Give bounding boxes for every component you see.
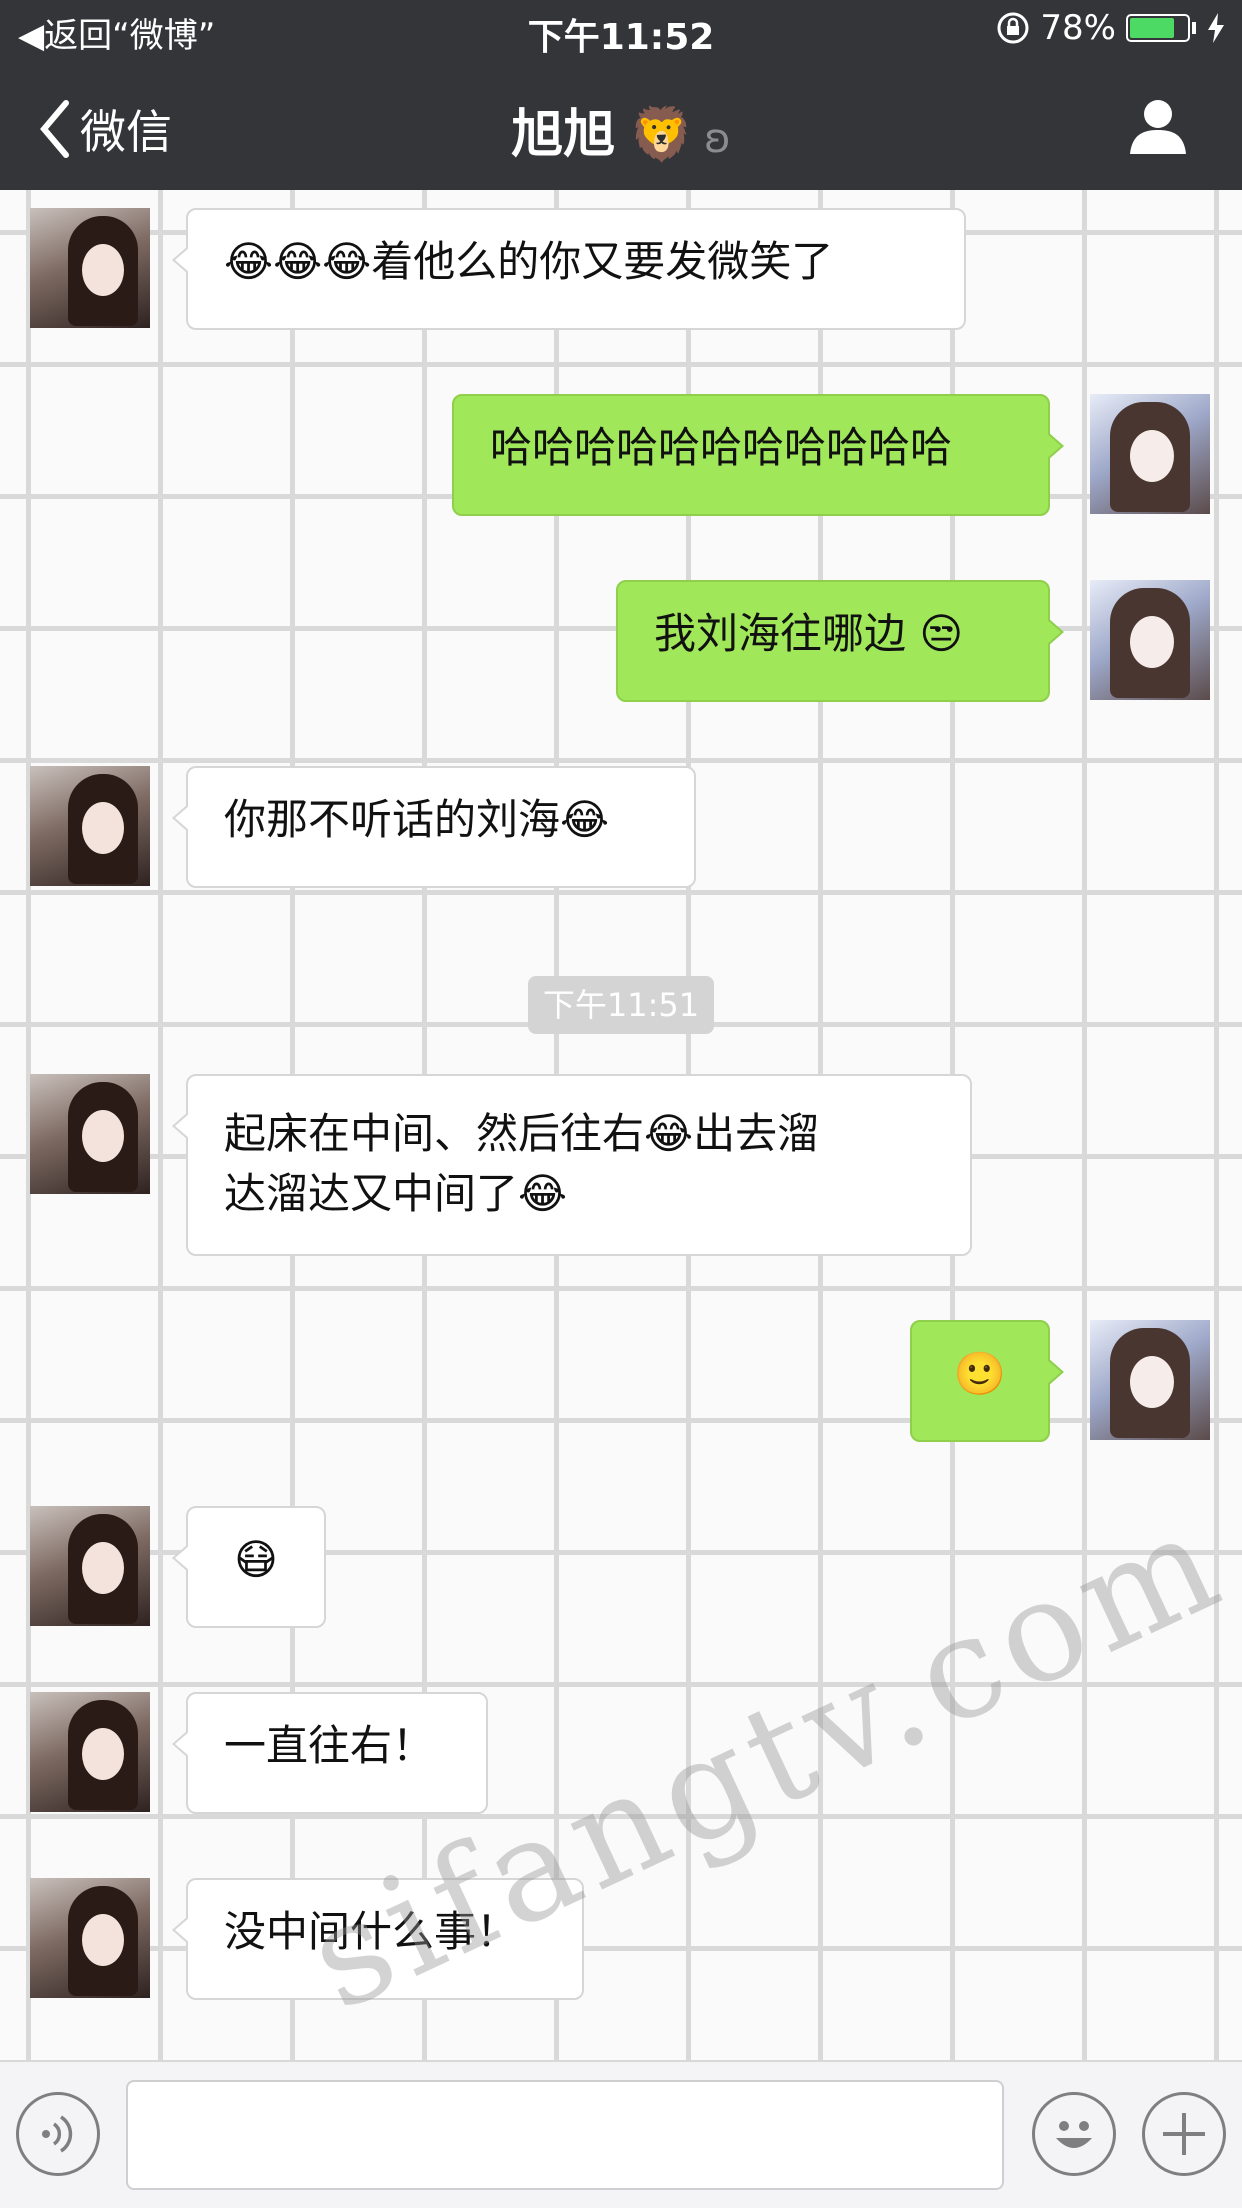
battery-icon [1126,14,1190,42]
person-icon [1130,100,1186,154]
message-line: 达溜达又中间了😂 [224,1169,568,1218]
message-bubble-incoming[interactable]: 😂😂😂着他么的你又要发微笑了 [172,208,966,330]
chat-timestamp: 下午11:51 [528,976,714,1034]
charging-bolt-icon [1208,13,1224,43]
message-bubble-outgoing[interactable]: 🙂 [910,1320,1064,1442]
message-bubble-incoming[interactable]: 起床在中间、然后往右😂出去溜 达溜达又中间了😂 [172,1074,972,1256]
message-bubble-incoming[interactable]: 一直往右！ [172,1692,488,1814]
chat-area[interactable]: 😂😂😂着他么的你又要发微笑了 哈哈哈哈哈哈哈哈哈哈哈 我刘海往哪边 😒 你那不听… [0,190,1242,2060]
my-avatar[interactable] [1090,580,1210,700]
message-bubble-outgoing[interactable]: 哈哈哈哈哈哈哈哈哈哈哈 [452,394,1064,516]
input-bar [0,2060,1242,2208]
status-bar: ◀返回“微博” 下午11:52 78% [0,0,1242,60]
message-line: 起床在中间、然后往右😂出去溜 [224,1109,820,1158]
chat-title: 旭旭 🦁 ʚ [0,92,1242,167]
emoji-button[interactable] [1032,2092,1116,2176]
contact-avatar[interactable] [30,1506,150,1626]
contact-avatar[interactable] [30,208,150,328]
message-bubble-incoming[interactable]: 😷 [172,1506,326,1628]
message-bubble-incoming[interactable]: 你那不听话的刘海😂 [172,766,696,888]
contact-avatar[interactable] [30,766,150,886]
contact-avatar[interactable] [30,1074,150,1194]
plus-icon [1163,2113,1205,2155]
my-avatar[interactable] [1090,1320,1210,1440]
contact-avatar[interactable] [30,1692,150,1812]
voice-button[interactable] [16,2092,100,2176]
ear-icon: ʚ [704,116,731,162]
message-bubble-incoming[interactable]: 没中间什么事！ [172,1878,584,2000]
message-bubble-outgoing[interactable]: 我刘海往哪边 😒 [616,580,1064,702]
contact-avatar[interactable] [30,1878,150,1998]
battery-percent: 78% [1040,8,1116,48]
status-right: 78% [996,8,1226,48]
smiley-icon [1056,2121,1092,2148]
my-avatar[interactable] [1090,394,1210,514]
more-button[interactable] [1142,2092,1226,2176]
rotation-lock-icon [997,12,1029,44]
chat-title-name: 旭旭 [511,105,616,165]
profile-button[interactable] [1128,96,1188,160]
message-input[interactable] [126,2080,1004,2190]
voice-wave-icon [42,2115,73,2153]
lion-emoji: 🦁 [629,105,695,165]
nav-bar: 微信 旭旭 🦁 ʚ [0,60,1242,190]
